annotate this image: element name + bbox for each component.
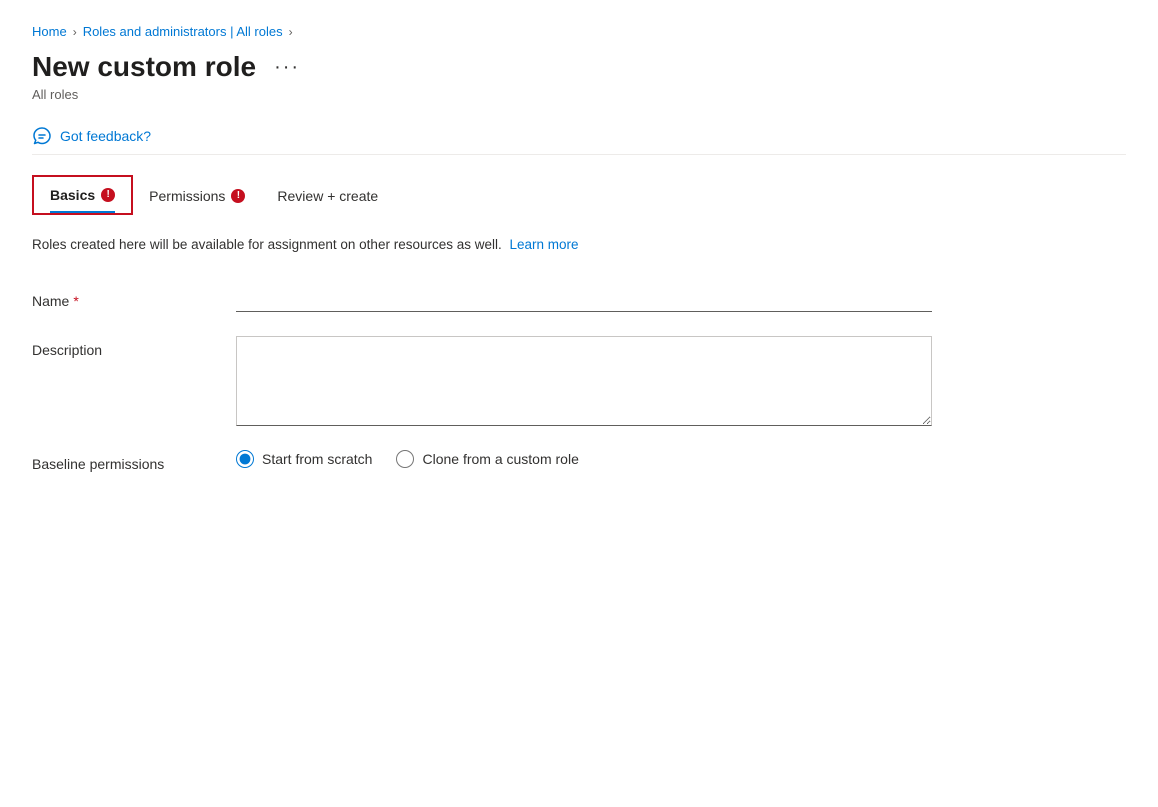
feedback-section: Got feedback? bbox=[32, 118, 1126, 155]
page-title: New custom role bbox=[32, 51, 256, 83]
description-label: Description bbox=[32, 336, 212, 358]
description-textarea[interactable] bbox=[236, 336, 932, 426]
tab-wrapper-permissions: Permissions ! bbox=[133, 178, 261, 212]
info-text-content: Roles created here will be available for… bbox=[32, 237, 502, 252]
baseline-label: Baseline permissions bbox=[32, 450, 212, 472]
radio-clone-input[interactable] bbox=[396, 450, 414, 468]
radio-scratch[interactable]: Start from scratch bbox=[236, 450, 372, 468]
breadcrumb-home[interactable]: Home bbox=[32, 24, 67, 39]
name-row: Name * bbox=[32, 287, 932, 312]
feedback-icon bbox=[32, 126, 52, 146]
tabs-container: Basics ! Permissions ! Review + create bbox=[32, 175, 1126, 215]
tab-basics-error: ! bbox=[101, 188, 115, 202]
breadcrumb-sep1: › bbox=[73, 25, 77, 39]
radio-clone[interactable]: Clone from a custom role bbox=[396, 450, 578, 468]
info-text: Roles created here will be available for… bbox=[32, 235, 1126, 255]
name-input[interactable] bbox=[236, 287, 932, 312]
tab-basics-underline bbox=[50, 211, 115, 213]
tab-review-label: Review + create bbox=[277, 188, 378, 204]
radio-scratch-label: Start from scratch bbox=[262, 451, 372, 467]
breadcrumb-roles[interactable]: Roles and administrators | All roles bbox=[83, 24, 283, 39]
learn-more-link[interactable]: Learn more bbox=[510, 237, 579, 252]
page-title-container: New custom role ··· bbox=[32, 51, 1126, 83]
form-container: Name * Description Baseline permissions … bbox=[32, 287, 932, 472]
baseline-row: Baseline permissions Start from scratch … bbox=[32, 450, 932, 472]
tab-review[interactable]: Review + create bbox=[261, 178, 394, 212]
tab-permissions-error: ! bbox=[231, 189, 245, 203]
name-required-star: * bbox=[73, 293, 78, 309]
description-row: Description bbox=[32, 336, 932, 426]
tab-permissions-label: Permissions bbox=[149, 188, 225, 204]
breadcrumb-sep2: › bbox=[289, 25, 293, 39]
baseline-radio-group: Start from scratch Clone from a custom r… bbox=[236, 450, 932, 468]
page-subtitle: All roles bbox=[32, 87, 1126, 102]
tab-basics[interactable]: Basics ! bbox=[34, 177, 131, 211]
tab-basics-label: Basics bbox=[50, 187, 95, 203]
radio-scratch-input[interactable] bbox=[236, 450, 254, 468]
name-label: Name * bbox=[32, 287, 212, 309]
breadcrumb: Home › Roles and administrators | All ro… bbox=[32, 24, 1126, 39]
radio-clone-label: Clone from a custom role bbox=[422, 451, 578, 467]
tab-wrapper-basics: Basics ! bbox=[32, 175, 133, 215]
tab-wrapper-review: Review + create bbox=[261, 178, 394, 212]
feedback-link[interactable]: Got feedback? bbox=[60, 128, 151, 144]
tab-permissions[interactable]: Permissions ! bbox=[133, 178, 261, 212]
more-options-button[interactable]: ··· bbox=[268, 55, 306, 79]
